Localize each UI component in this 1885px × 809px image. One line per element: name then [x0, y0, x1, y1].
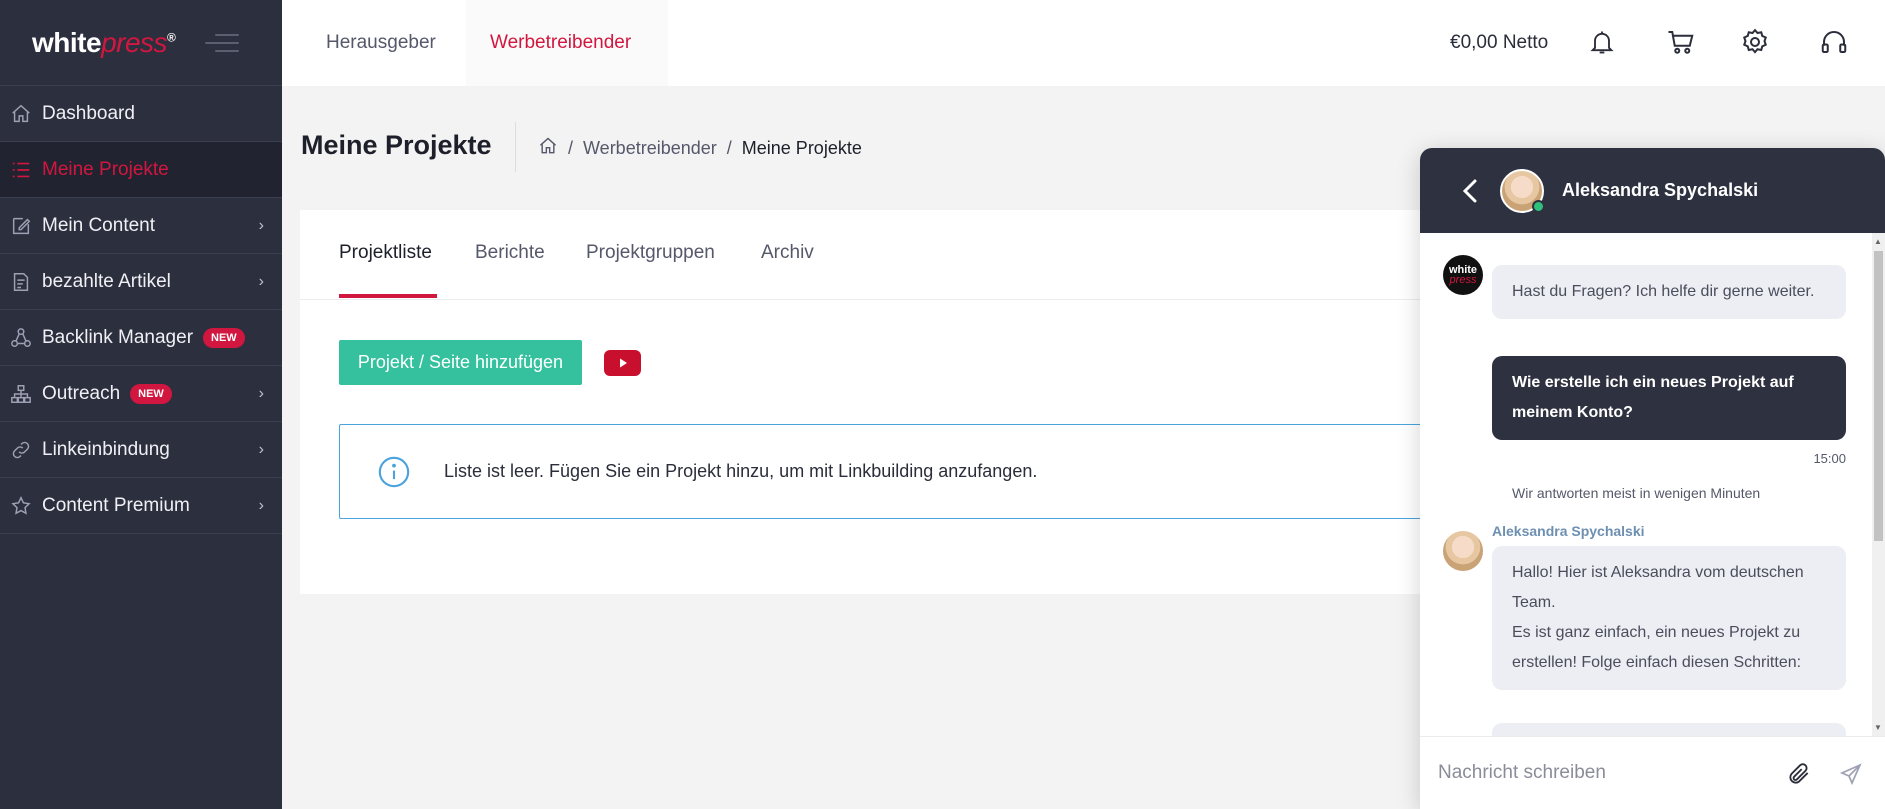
chevron-right-icon: › [258, 384, 264, 402]
sidebar-item-label: Content Premium [42, 494, 190, 516]
sitemap-icon [8, 381, 34, 407]
headset-icon[interactable] [1814, 22, 1854, 62]
tab-archiv[interactable]: Archiv [761, 242, 814, 264]
message-input[interactable] [1438, 762, 1778, 784]
sidebar-item-backlink-manager[interactable]: Backlink Manager NEW [0, 310, 282, 366]
chevron-right-icon: › [258, 440, 264, 458]
chevron-right-icon: › [258, 496, 264, 514]
message-timestamp: 15:00 [1813, 451, 1846, 466]
sidebar-item-linkeinbindung[interactable]: Linkeinbindung › [0, 422, 282, 478]
breadcrumb-current: Meine Projekte [741, 138, 862, 158]
info-icon [376, 454, 412, 490]
bell-icon[interactable] [1582, 22, 1622, 62]
sidebar-item-label: Dashboard [42, 102, 135, 124]
breadcrumb-item[interactable]: Werbetreibender [583, 138, 717, 159]
online-status-dot [1532, 199, 1545, 213]
breadcrumb-separator: / [726, 138, 732, 158]
scroll-down-icon[interactable]: ▼ [1874, 723, 1882, 732]
invoice-icon [8, 269, 34, 295]
logo-white: white [32, 26, 102, 58]
home-icon [8, 101, 34, 127]
empty-list-message: Liste ist leer. Fügen Sie ein Projekt hi… [444, 461, 1038, 481]
sidebar-item-mein-content[interactable]: Mein Content › [0, 198, 282, 254]
title-divider [515, 122, 516, 172]
new-badge: NEW [203, 327, 245, 348]
chevron-right-icon: › [258, 216, 264, 234]
chat-messages: white press Hast du Fragen? Ich helfe dir… [1420, 233, 1872, 736]
scrollbar-thumb[interactable] [1874, 251, 1883, 541]
chat-message-incoming: Hallo! Hier ist Aleksandra vom deutschen… [1492, 546, 1846, 690]
chat-widget: Aleksandra Spychalski white press Hast du… [1420, 148, 1885, 809]
sidebar-item-meine-projekte[interactable]: Meine Projekte [0, 142, 282, 198]
sidebar-item-label: Meine Projekte [42, 158, 169, 180]
link-icon [8, 437, 34, 463]
tab-berichte[interactable]: Berichte [475, 242, 545, 264]
sidebar-item-label: Outreach [42, 382, 121, 404]
top-header: Herausgeber Werbetreibender €0,00 Netto [282, 0, 1885, 86]
agent-name: Aleksandra Spychalski [1562, 180, 1759, 200]
sidebar-item-content-premium[interactable]: Content Premium › [0, 478, 282, 534]
agent-sender-label: Aleksandra Spychalski [1492, 523, 1645, 539]
page-title: Meine Projekte [301, 130, 492, 160]
sidebar-item-label: Linkeinbindung [42, 438, 170, 460]
add-project-button[interactable]: Projekt / Seite hinzufügen [339, 340, 582, 385]
menu-toggle-icon[interactable] [205, 33, 240, 52]
sidebar-item-dashboard[interactable]: Dashboard [0, 86, 282, 142]
chat-composer [1420, 736, 1885, 809]
reply-time-note: Wir antworten meist in wenigen Minuten [1512, 485, 1761, 501]
sidebar-item-bezahlte-artikel[interactable]: bezahlte Artikel › [0, 254, 282, 310]
sidebar-item-label: Mein Content [42, 214, 156, 236]
youtube-play-icon[interactable] [604, 350, 641, 376]
bot-avatar: white press [1443, 255, 1483, 295]
star-icon [8, 493, 34, 519]
send-icon[interactable] [1836, 759, 1866, 789]
chat-scrollbar[interactable]: ▲ ▼ [1872, 233, 1885, 736]
chat-message-incoming-partial [1492, 723, 1846, 736]
back-arrow-icon[interactable] [1458, 176, 1482, 206]
new-badge: NEW [130, 383, 172, 404]
logo-bar: whitepress® [0, 0, 282, 86]
gear-icon[interactable] [1735, 22, 1775, 62]
network-icon [8, 325, 34, 351]
whitepress-logo[interactable]: whitepress® [32, 26, 176, 59]
tab-projektliste[interactable]: Projektliste [339, 242, 432, 264]
list-icon [8, 157, 34, 183]
scroll-up-icon[interactable]: ▲ [1874, 237, 1882, 246]
chat-message-outgoing: Wie erstelle ich ein neues Projekt auf m… [1492, 356, 1846, 440]
breadcrumb: / Werbetreibender / Meine Projekte [538, 136, 862, 161]
chat-message-incoming: Hast du Fragen? Ich helfe dir gerne weit… [1492, 265, 1846, 319]
tab-herausgeber[interactable]: Herausgeber [326, 0, 436, 86]
balance-display[interactable]: €0,00 Netto [1450, 0, 1548, 86]
home-icon[interactable] [538, 136, 558, 161]
sidebar-item-outreach[interactable]: Outreach NEW › [0, 366, 282, 422]
cart-icon[interactable] [1661, 22, 1701, 62]
chat-header: Aleksandra Spychalski [1420, 148, 1885, 233]
chevron-right-icon: › [258, 272, 264, 290]
sidebar-item-label: Backlink Manager [42, 326, 194, 348]
agent-avatar-small [1443, 531, 1483, 571]
sidebar: whitepress® Dashboard Meine Projekte Mei… [0, 0, 282, 809]
sidebar-item-label: bezahlte Artikel [42, 270, 171, 292]
paperclip-icon[interactable] [1784, 759, 1814, 789]
edit-icon [8, 213, 34, 239]
agent-avatar [1500, 168, 1545, 213]
breadcrumb-separator: / [568, 138, 574, 158]
tab-projektgruppen[interactable]: Projektgruppen [586, 242, 715, 264]
active-tab-indicator [339, 294, 437, 298]
logo-press: press [101, 26, 168, 58]
bot-logo-bottom: press [1449, 274, 1477, 286]
tab-werbetreibender[interactable]: Werbetreibender [466, 0, 668, 86]
logo-registered: ® [167, 30, 176, 45]
